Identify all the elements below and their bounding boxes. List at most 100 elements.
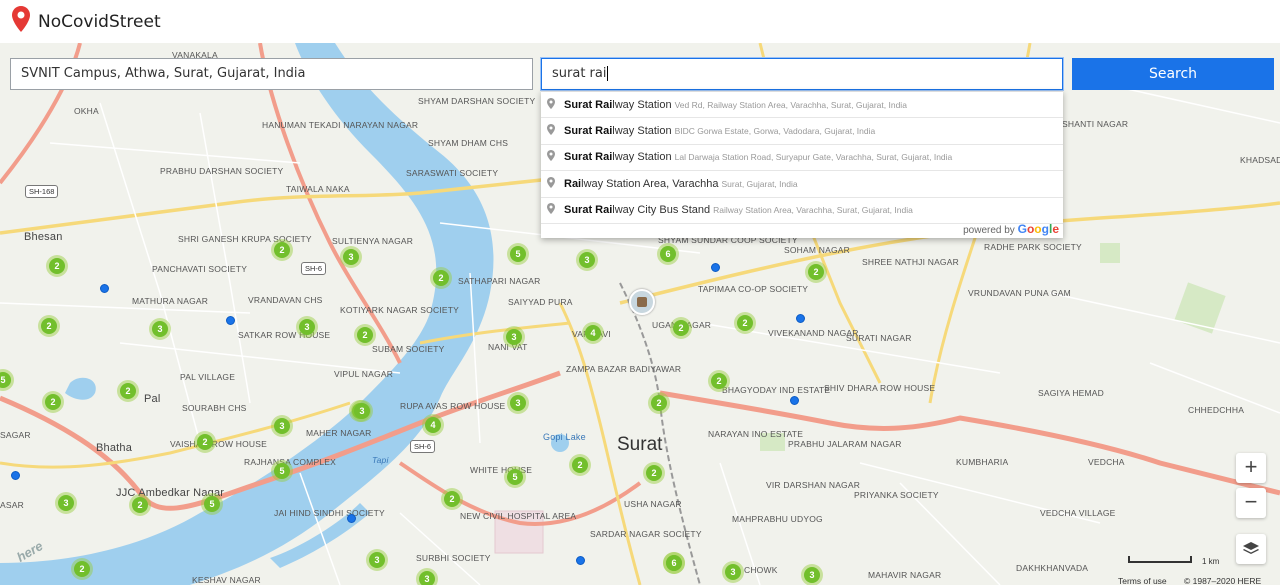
cluster-marker[interactable]: 3 — [801, 564, 823, 585]
brand[interactable]: NoCovidStreet — [12, 6, 161, 37]
cluster-marker[interactable]: 2 — [569, 454, 591, 476]
cluster-marker[interactable]: 2 — [734, 312, 756, 334]
suggestion-secondary: BIDC Gorwa Estate, Gorwa, Vadodara, Guja… — [674, 126, 876, 137]
search-button[interactable]: Search — [1072, 58, 1274, 90]
location-dot[interactable] — [790, 396, 799, 405]
cluster-marker[interactable]: 2 — [194, 431, 216, 453]
place-label: KUMBHARIA — [956, 457, 1009, 467]
place-label: SAIYYAD PURA — [508, 297, 573, 307]
text-caret — [607, 66, 609, 81]
place-label: MATHURA NAGAR — [132, 296, 209, 306]
cluster-marker[interactable]: 2 — [42, 391, 64, 413]
cluster-marker[interactable]: 3 — [55, 492, 77, 514]
cluster-marker[interactable]: 3 — [507, 392, 529, 414]
cluster-marker[interactable]: 3 — [722, 561, 744, 583]
zoom-in-button[interactable]: + — [1236, 453, 1266, 483]
cluster-marker[interactable]: 4 — [582, 322, 604, 344]
cluster-marker[interactable]: 6 — [657, 243, 679, 265]
cluster-marker[interactable]: 3 — [366, 549, 388, 571]
place-label: SUBAM SOCIETY — [372, 344, 445, 354]
place-label: KHADSAD — [1240, 155, 1280, 165]
cluster-marker[interactable]: 5 — [271, 460, 293, 482]
cluster-marker[interactable]: 2 — [441, 488, 463, 510]
map-pin-icon — [547, 97, 557, 112]
place-label: SURBHI SOCIETY — [416, 553, 491, 563]
location-dot[interactable] — [711, 263, 720, 272]
cluster-marker[interactable]: 2 — [46, 255, 68, 277]
lake-label: Gopi Lake — [543, 432, 586, 442]
cluster-marker[interactable]: 2 — [648, 392, 670, 414]
location-dot[interactable] — [11, 471, 20, 480]
landmark-icon[interactable] — [629, 289, 655, 315]
cluster-marker[interactable]: 3 — [576, 249, 598, 271]
cluster-marker[interactable]: 2 — [38, 315, 60, 337]
road-shield: SH-6 — [410, 440, 436, 453]
zoom-out-button[interactable]: − — [1236, 488, 1266, 518]
city-label: Surat — [617, 434, 663, 455]
cluster-marker[interactable]: 2 — [129, 494, 151, 516]
place-label: SURATI NAGAR — [846, 333, 912, 343]
location-dot[interactable] — [576, 556, 585, 565]
cluster-marker[interactable]: 3 — [340, 246, 362, 268]
cluster-marker[interactable]: 4 — [422, 414, 444, 436]
google-logo: Google — [1017, 222, 1059, 236]
place-label: MAHAVIR NAGAR — [868, 570, 942, 580]
place-label: Bhatha — [96, 442, 133, 454]
place-label: CHOWK — [744, 565, 778, 575]
location-dot[interactable] — [100, 284, 109, 293]
cluster-marker[interactable]: 2 — [117, 380, 139, 402]
suggestion-main: lway Station — [612, 98, 672, 111]
suggestion-item[interactable]: Surat Rai lway Station BIDC Gorwa Estate, … — [541, 118, 1063, 145]
origin-input[interactable]: SVNIT Campus, Athwa, Surat, Gujarat, Ind… — [10, 58, 533, 90]
top-bar: NoCovidStreet — [0, 0, 1280, 43]
place-label: HANUMAN TEKADI NARAYAN NAGAR — [262, 120, 419, 130]
place-label: MAHPRABHU UDYOG — [732, 514, 823, 524]
suggestion-item[interactable]: Surat Rai lway Station Ved Rd, Railway Sta… — [541, 92, 1063, 119]
cluster-marker[interactable]: 3 — [296, 316, 318, 338]
location-dot[interactable] — [226, 316, 235, 325]
cluster-marker[interactable]: 6 — [663, 552, 685, 574]
place-label: SHRI GANESH KRUPA SOCIETY — [178, 234, 312, 244]
layers-button[interactable] — [1236, 534, 1266, 564]
cluster-marker[interactable]: 2 — [354, 324, 376, 346]
cluster-marker[interactable]: 2 — [708, 370, 730, 392]
cluster-marker[interactable]: 2 — [271, 239, 293, 261]
location-dot[interactable] — [347, 514, 356, 523]
powered-by-google: powered by Google — [963, 222, 1059, 236]
place-label: RUPA AVAS ROW HOUSE — [400, 401, 506, 411]
suggestion-item[interactable]: Surat Rai lway Station Lal Darwaja Station… — [541, 145, 1063, 172]
cluster-marker[interactable]: 3 — [149, 318, 171, 340]
cluster-marker[interactable]: 2 — [71, 558, 93, 580]
destination-input[interactable]: surat rai — [541, 58, 1063, 90]
cluster-marker[interactable]: 3 — [351, 400, 373, 422]
location-dot[interactable] — [796, 314, 805, 323]
place-label: ZAMPA BAZAR BADIYAWAR — [566, 364, 682, 374]
place-label: DAKHKHANVADA — [1016, 563, 1089, 573]
suggestion-item[interactable]: Rai lway Station Area, Varachha Surat, Guj… — [541, 171, 1063, 198]
cluster-marker[interactable]: 2 — [643, 462, 665, 484]
cluster-marker[interactable]: 5 — [201, 493, 223, 515]
place-label: OKHA — [74, 106, 99, 116]
suggestion-main: lway City Bus Stand — [612, 204, 711, 217]
cluster-marker[interactable]: 2 — [430, 267, 452, 289]
suggestion-main: lway Station Area, Varachha — [581, 177, 719, 190]
place-label: TAPIMAA CO-OP SOCIETY — [698, 284, 809, 294]
cluster-marker[interactable]: 3 — [416, 568, 438, 585]
cluster-marker[interactable]: 3 — [503, 326, 525, 348]
cluster-marker[interactable]: 5 — [507, 243, 529, 265]
cluster-marker[interactable]: 5 — [504, 466, 526, 488]
place-label: Bhesan — [24, 231, 63, 243]
cluster-marker[interactable]: 2 — [805, 261, 827, 283]
cluster-marker[interactable]: 2 — [670, 317, 692, 339]
place-label: KESHAV NAGAR — [192, 575, 261, 585]
place-label: PRIYANKA SOCIETY — [854, 490, 939, 500]
cluster-marker[interactable]: 3 — [271, 415, 293, 437]
place-label: VRUNDAVAN PUNA GAM — [968, 288, 1071, 298]
place-label: NARAYAN INO ESTATE — [708, 429, 804, 439]
river-label: Tapi — [372, 455, 389, 465]
place-label: SHYAM DARSHAN SOCIETY — [418, 96, 536, 106]
place-label: CHHEDCHHA — [1188, 405, 1245, 415]
place-label: SULTIENYA NAGAR — [332, 236, 414, 246]
suggestion-secondary: Surat, Gujarat, India — [721, 178, 798, 189]
suggestion-item[interactable]: Surat Rai lway City Bus Stand Railway Stat… — [541, 198, 1063, 224]
